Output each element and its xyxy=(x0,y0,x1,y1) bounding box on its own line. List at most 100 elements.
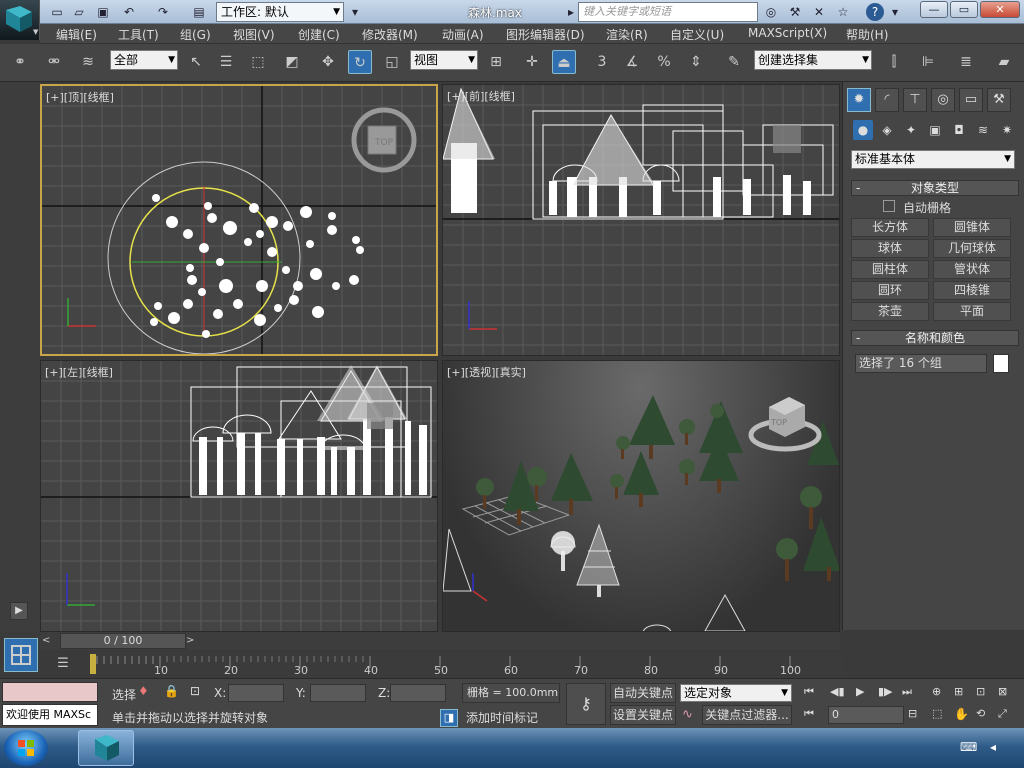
wrench-icon[interactable]: ⚒ xyxy=(786,3,804,21)
object-color-swatch[interactable] xyxy=(993,354,1009,373)
zoom-icon[interactable]: ⊕ xyxy=(932,685,950,701)
go-to-end-icon[interactable]: ⏭ xyxy=(902,685,920,701)
torus-button[interactable]: 圆环 xyxy=(851,281,929,300)
menu-create[interactable]: 创建(C) xyxy=(298,26,340,43)
x-coord-field[interactable] xyxy=(228,684,284,702)
geosphere-button[interactable]: 几何球体 xyxy=(933,239,1011,258)
named-selection-dropdown[interactable]: 创建选择集 ▼ xyxy=(754,50,872,70)
utilities-tab-icon[interactable]: ⚒ xyxy=(987,88,1011,112)
rect-selection-icon[interactable]: ⬚ xyxy=(246,50,270,74)
menu-help[interactable]: 帮助(H) xyxy=(846,26,888,43)
object-name-field[interactable]: 选择了 16 个组 xyxy=(855,354,987,373)
cylinder-button[interactable]: 圆柱体 xyxy=(851,260,929,279)
pyramid-button[interactable]: 四棱锥 xyxy=(933,281,1011,300)
go-to-start-icon[interactable]: ⏮ xyxy=(804,685,822,701)
search-input[interactable]: 键入关键字或短语 xyxy=(578,2,758,22)
isolate-selection-icon[interactable]: ♦ xyxy=(138,684,154,700)
time-slider-thumb[interactable]: 0 / 100 xyxy=(60,633,186,649)
keyboard-shortcut-override-icon[interactable]: ⏏ xyxy=(552,50,576,74)
space-warps-icon[interactable]: ≋ xyxy=(973,120,993,140)
viewport-left-label[interactable]: [+][左][线框] xyxy=(45,364,113,380)
menu-views[interactable]: 视图(V) xyxy=(233,26,275,43)
create-tab-icon[interactable]: ✹ xyxy=(847,88,871,112)
maxscript-listener-mini[interactable] xyxy=(2,682,98,702)
viewport-front[interactable]: [+][前][线框] xyxy=(442,84,840,356)
menu-animation[interactable]: 动画(A) xyxy=(442,26,484,43)
welcome-field[interactable]: 欢迎使用 MAXSc xyxy=(2,704,98,726)
help-dropdown-icon[interactable]: ▾ xyxy=(886,3,904,21)
display-tab-icon[interactable]: ▭ xyxy=(959,88,983,112)
field-of-view-icon[interactable]: ⬚ xyxy=(932,707,950,723)
menu-edit[interactable]: 编辑(E) xyxy=(56,26,97,43)
systems-icon[interactable]: ✷ xyxy=(997,120,1017,140)
edit-named-selection-icon[interactable]: ✎ xyxy=(722,50,746,74)
zoom-extents-icon[interactable]: ⊡ xyxy=(976,685,994,701)
select-move-icon[interactable]: ✥ xyxy=(316,50,340,74)
menu-group[interactable]: 组(G) xyxy=(180,26,211,43)
set-key-button[interactable]: 设置关键点 xyxy=(610,705,676,725)
unlink-icon[interactable]: ⚮ xyxy=(42,50,66,74)
mirror-icon[interactable]: ⫿ xyxy=(882,50,906,74)
viewport-top-label[interactable]: [+][顶][线框] xyxy=(46,89,114,105)
box-button[interactable]: 长方体 xyxy=(851,218,929,237)
previous-frame-icon[interactable]: ◀▮ xyxy=(830,685,848,701)
prev-frame-arrow-icon[interactable]: < xyxy=(42,633,56,649)
window-crossing-icon[interactable]: ◩ xyxy=(280,50,304,74)
close-button[interactable]: ✕ xyxy=(980,1,1020,18)
menu-tools[interactable]: 工具(T) xyxy=(118,26,159,43)
help-icon[interactable]: ? xyxy=(866,3,884,21)
redo-icon[interactable]: ↷ xyxy=(154,3,172,21)
save-file-icon[interactable]: ▣ xyxy=(94,3,112,21)
helpers-icon[interactable]: ◘ xyxy=(949,120,969,140)
bind-space-warp-icon[interactable]: ≋ xyxy=(76,50,100,74)
track-bar-toggle-icon[interactable]: ☰ xyxy=(52,656,74,674)
viewport-perspective[interactable]: TOP [+][透视][真实] xyxy=(442,360,840,632)
binoculars-icon[interactable]: ◎ xyxy=(762,3,780,21)
key-filters-button[interactable]: 关键点过滤器... xyxy=(702,705,792,725)
time-slider[interactable]: < 0 / 100 > xyxy=(40,632,840,650)
add-time-tag-button[interactable]: 添加时间标记 xyxy=(462,709,560,727)
next-frame-arrow-icon[interactable]: > xyxy=(186,633,200,649)
start-button[interactable] xyxy=(4,730,48,766)
maximize-button[interactable]: ▭ xyxy=(950,1,978,18)
geometry-icon[interactable]: ● xyxy=(853,120,873,140)
tray-arrow-icon[interactable]: ◂ xyxy=(990,740,1008,756)
viewport-left[interactable]: [+][左][线框] xyxy=(40,360,438,632)
angle-snap-icon[interactable]: ∡ xyxy=(620,50,644,74)
project-folder-icon[interactable]: ▤ xyxy=(190,3,208,21)
layer-manager-icon[interactable]: ≣ xyxy=(954,50,978,74)
hierarchy-tab-icon[interactable]: ⊤ xyxy=(903,88,927,112)
select-object-icon[interactable]: ↖ xyxy=(184,50,208,74)
menu-customize[interactable]: 自定义(U) xyxy=(670,26,724,43)
menu-maxscript[interactable]: MAXScript(X) xyxy=(748,26,827,40)
align-icon[interactable]: ⊫ xyxy=(916,50,940,74)
selection-filter-dropdown[interactable]: 全部 ▼ xyxy=(110,50,178,70)
time-tag-icon[interactable]: ◨ xyxy=(440,709,458,727)
current-frame-field[interactable]: 0 xyxy=(828,706,904,724)
shapes-icon[interactable]: ◈ xyxy=(877,120,897,140)
pan-hand-icon[interactable]: ✋ xyxy=(954,707,972,723)
name-color-rollout[interactable]: - 名称和颜色 xyxy=(851,330,1019,346)
ribbon-toggle-icon[interactable]: ▰ xyxy=(992,50,1016,74)
absolute-mode-icon[interactable]: ⊡ xyxy=(190,684,206,700)
maximize-viewport-icon[interactable]: ⤢ xyxy=(998,707,1016,723)
toolbar-options-icon[interactable]: ▾ xyxy=(346,3,364,21)
modify-tab-icon[interactable]: ◜ xyxy=(875,88,899,112)
z-coord-field[interactable] xyxy=(390,684,446,702)
keyboard-icon[interactable]: ⌨ xyxy=(960,740,978,756)
zoom-all-icon[interactable]: ⊞ xyxy=(954,685,972,701)
object-type-rollout[interactable]: - 对象类型 xyxy=(851,180,1019,196)
workspace-dropdown[interactable]: 工作区: 默认 ▼ xyxy=(216,2,344,22)
new-file-icon[interactable]: ▭ xyxy=(48,3,66,21)
motion-tab-icon[interactable]: ◎ xyxy=(931,88,955,112)
undo-icon[interactable]: ↶ xyxy=(120,3,138,21)
menu-graph-editors[interactable]: 图形编辑器(D) xyxy=(506,26,585,43)
key-mode-toggle-icon[interactable]: ⏮ xyxy=(804,707,822,723)
plane-button[interactable]: 平面 xyxy=(933,302,1011,321)
next-frame-icon[interactable]: ▮▶ xyxy=(878,685,896,701)
selection-lock-icon[interactable]: 🔒 xyxy=(164,684,180,700)
percent-snap-icon[interactable]: % xyxy=(652,50,676,74)
app-menu-logo[interactable]: ▼ xyxy=(0,0,40,40)
favorites-star-icon[interactable]: ☆ xyxy=(834,3,852,21)
auto-key-button[interactable]: 自动关键点 xyxy=(610,683,676,703)
